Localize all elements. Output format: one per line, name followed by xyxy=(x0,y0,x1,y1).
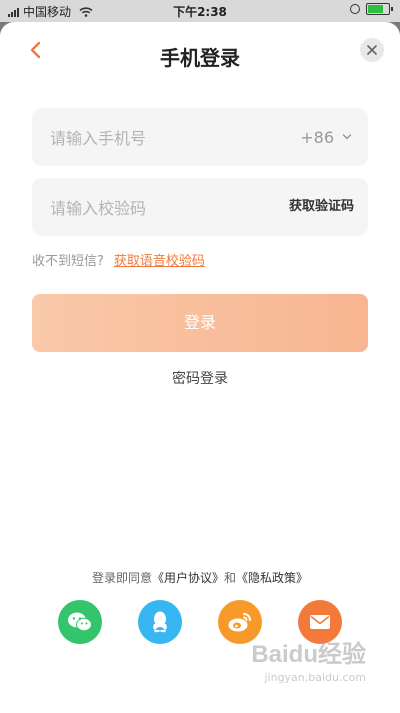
page-title: 手机登录 xyxy=(160,46,240,70)
country-code-selector[interactable]: +86 xyxy=(300,108,352,166)
wechat-icon xyxy=(68,612,92,632)
country-code-label: +86 xyxy=(300,127,334,147)
agreement-text: 登录即同意《用户协议》和《隐私政策》 xyxy=(0,569,400,586)
get-code-button[interactable]: 获取验证码 xyxy=(289,178,354,236)
password-login-link[interactable]: 密码登录 xyxy=(0,368,400,388)
status-bar: 中国移动 下午2:38 xyxy=(0,0,400,22)
phone-input[interactable] xyxy=(48,108,272,168)
watermark-url: jingyan.baidu.com xyxy=(264,671,366,684)
hint-row: 收不到短信? 获取语音校验码 xyxy=(32,250,205,269)
wechat-login-button[interactable] xyxy=(58,600,102,644)
qq-icon xyxy=(153,611,167,633)
code-input[interactable] xyxy=(48,178,272,238)
phone-field: +86 xyxy=(32,108,368,168)
no-sms-label: 收不到短信? xyxy=(32,254,104,269)
weibo-icon xyxy=(228,613,251,632)
agreement-and: 和 xyxy=(224,571,237,585)
voice-code-link[interactable]: 获取语音校验码 xyxy=(114,250,205,269)
qq-login-button[interactable] xyxy=(138,600,182,644)
user-agreement-link[interactable]: 《用户协议》 xyxy=(152,571,224,585)
status-right xyxy=(350,3,393,15)
close-button[interactable] xyxy=(360,38,384,62)
privacy-policy-link[interactable]: 《隐私政策》 xyxy=(236,571,308,585)
watermark: Baidu经验 jingyan.baidu.com xyxy=(251,634,366,684)
orientation-lock-icon xyxy=(350,4,360,14)
login-button[interactable]: 登录 xyxy=(32,294,368,352)
watermark-brand: Baidu经验 xyxy=(251,641,366,668)
status-time: 下午2:38 xyxy=(173,5,227,19)
mail-icon xyxy=(310,615,330,629)
close-icon xyxy=(367,45,377,55)
login-sheet: 手机登录 +86 获取验证码 收不到短信? 获取语音校验码 登录 密码登录 登录… xyxy=(0,22,400,713)
chevron-down-icon xyxy=(342,134,352,140)
code-field: 获取验证码 xyxy=(32,178,368,238)
battery-icon xyxy=(366,3,393,15)
agreement-prefix: 登录即同意 xyxy=(91,571,152,585)
